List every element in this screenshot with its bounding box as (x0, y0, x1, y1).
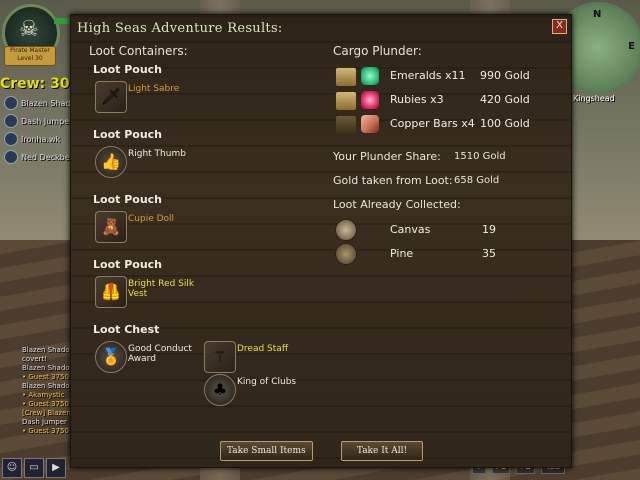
chat-line: Blazen Shado (22, 364, 70, 372)
collected-title: Loot Already Collected: (333, 198, 461, 211)
collected-qty: 35 (482, 247, 496, 260)
container-title: Loot Chest (93, 323, 160, 336)
sword-icon[interactable]: 🗡 (95, 81, 127, 113)
crew-member-name: Blazen Shado (21, 98, 76, 108)
crew-list: Blazen Shado Dash Jumper Ironha.wk Ned D… (4, 94, 76, 166)
card-icon[interactable]: ♣ (204, 374, 236, 406)
chest-icon (335, 91, 357, 111)
chat-log: Blazen Shado covert! Blazen Shado • Guest 3… (22, 346, 72, 436)
crew-member-name: Ironha.wk (21, 134, 61, 144)
take-it-all-button[interactable]: Take It All! (341, 441, 423, 461)
cargo-gold: 420 Gold (480, 93, 530, 106)
crew-avatar-icon (4, 132, 18, 146)
crew-avatar-icon (4, 150, 18, 164)
collected-name: Canvas (390, 223, 431, 236)
chat-line: covert! (22, 355, 48, 363)
loot-containers-title: Loot Containers: (89, 44, 188, 58)
chest-icon (335, 115, 357, 135)
plunder-share-value: 1510 Gold (454, 151, 506, 162)
health-bar (54, 18, 70, 24)
collected-name: Pine (390, 247, 414, 260)
location-label: Kingshead (573, 94, 615, 103)
item-label: Light Sabre (128, 84, 180, 94)
chat-line: Blazen Shado (22, 346, 70, 354)
item-label: Dread Staff (237, 344, 289, 354)
cargo-row: Emeralds x11 990 Gold (335, 65, 535, 87)
take-small-items-button[interactable]: Take Small Items (220, 441, 313, 461)
cargo-row: Copper Bars x4 100 Gold (335, 113, 535, 135)
chat-line: Dash Jumper (22, 418, 67, 426)
item-label: Right Thumb (128, 149, 186, 159)
close-button[interactable]: X (552, 19, 567, 34)
thumb-icon[interactable]: 👍 (95, 146, 127, 178)
crew-member-name: Dash Jumper (21, 116, 73, 126)
chat-line: • Guest 3750 (22, 400, 69, 408)
chat-line: • Guest 3750 (22, 373, 69, 381)
item-label: King of Clubs (237, 377, 297, 387)
gold-taken-value: 658 Gold (454, 175, 500, 186)
collected-row: Pine 35 (335, 243, 535, 265)
crew-member[interactable]: Dash Jumper (4, 112, 72, 130)
container-title: Loot Pouch (93, 63, 163, 76)
chat-window-icon[interactable]: ▭ (24, 458, 44, 478)
crew-avatar-icon (4, 96, 18, 110)
cargo-name: Emeralds x11 (390, 69, 466, 82)
chest-icon (335, 67, 357, 87)
item-label: Cupie Doll (128, 214, 175, 224)
results-panel: High Seas Adventure Results: X Loot Cont… (70, 14, 572, 468)
skull-icon: ☠ (19, 17, 39, 42)
chat-line: Blazen Shado (22, 382, 70, 390)
container-title: Loot Pouch (93, 193, 163, 206)
collected-qty: 19 (482, 223, 496, 236)
cargo-name: Rubies x3 (390, 93, 444, 106)
emerald-icon (361, 67, 379, 85)
level-badge: Pirate Master Level 30 (4, 46, 56, 66)
item-label: Bright Red Silk Vest (128, 279, 195, 299)
compass-east: E (628, 41, 635, 52)
chat-arrow-icon[interactable]: ▶ (46, 458, 66, 478)
medal-icon[interactable]: 🏅 (95, 341, 127, 373)
chat-line: [Crew] Blazen (22, 409, 71, 417)
crew-avatar-icon (4, 114, 18, 128)
vest-icon[interactable]: 🦺 (95, 276, 127, 308)
staff-icon[interactable]: ⚚ (204, 341, 236, 373)
cargo-name: Copper Bars x4 (390, 117, 475, 130)
crew-member[interactable]: Ned Deckbe (4, 148, 72, 166)
canvas-icon (335, 219, 357, 241)
doll-icon[interactable]: 🧸 (95, 211, 127, 243)
chat-line: • Guest 3750 (22, 427, 69, 435)
chat-line: • Akamystic (22, 391, 65, 399)
gold-taken-label: Gold taken from Loot: (333, 174, 453, 187)
collected-row: Canvas 19 (335, 219, 535, 241)
panel-title: High Seas Adventure Results: (77, 21, 283, 36)
item-label: Good Conduct Award (128, 344, 192, 364)
crew-member[interactable]: Ironha.wk (4, 130, 72, 148)
chat-controls: ☺ ▭ ▶ (2, 458, 66, 478)
chat-speech-icon[interactable]: ☺ (2, 458, 22, 478)
ruby-icon (361, 91, 379, 109)
cargo-gold: 990 Gold (480, 69, 530, 82)
cargo-gold: 100 Gold (480, 117, 530, 130)
plunder-share-label: Your Plunder Share: (333, 150, 441, 163)
compass-north: N (593, 9, 602, 20)
cargo-row: Rubies x3 420 Gold (335, 89, 535, 111)
cargo-plunder-title: Cargo Plunder: (333, 44, 422, 58)
container-title: Loot Pouch (93, 128, 163, 141)
container-title: Loot Pouch (93, 258, 163, 271)
crew-member[interactable]: Blazen Shado (4, 94, 76, 112)
copper-bar-icon (361, 115, 379, 133)
crew-member-name: Ned Deckbe (21, 152, 70, 162)
pine-icon (335, 243, 357, 265)
